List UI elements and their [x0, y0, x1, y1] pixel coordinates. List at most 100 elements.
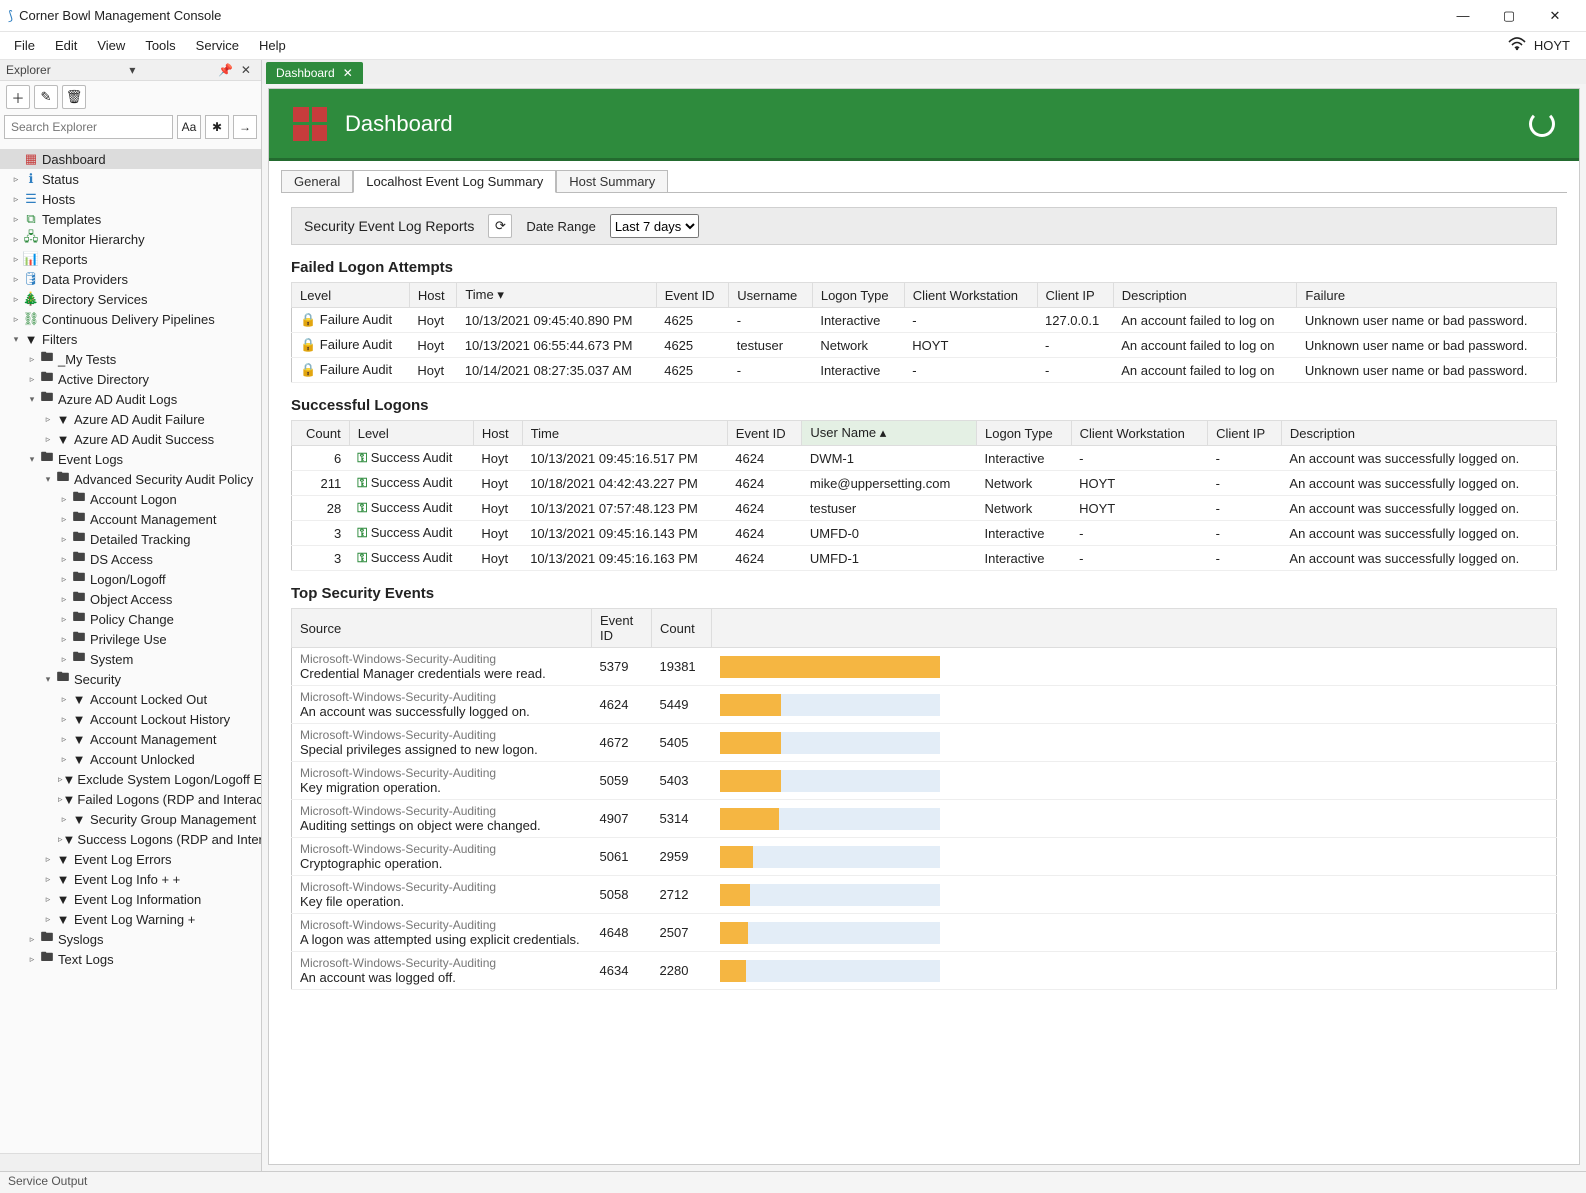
- explorer-dropdown-icon[interactable]: ▾: [125, 63, 139, 77]
- menu-file[interactable]: File: [4, 34, 45, 57]
- table-row[interactable]: Microsoft-Windows-Security-AuditingAudit…: [292, 800, 1557, 838]
- menu-help[interactable]: Help: [249, 34, 296, 57]
- col-count[interactable]: Count: [652, 609, 712, 648]
- explorer-close-icon[interactable]: ✕: [237, 63, 255, 77]
- tree-azure-ad-failure[interactable]: ▹▼Azure AD Audit Failure: [0, 409, 261, 429]
- col-failure[interactable]: Failure: [1297, 283, 1557, 308]
- tree-dashboard[interactable]: ▦Dashboard: [0, 149, 261, 169]
- tree-adv-sec-audit[interactable]: ▾🖿Advanced Security Audit Policy: [0, 469, 261, 489]
- tab-dashboard[interactable]: Dashboard ✕: [266, 62, 363, 84]
- tree-azure-ad[interactable]: ▾🖿Azure AD Audit Logs: [0, 389, 261, 409]
- tree-status[interactable]: ▹ℹStatus: [0, 169, 261, 189]
- tree-event-log-errors[interactable]: ▹▼Event Log Errors: [0, 849, 261, 869]
- refresh-button[interactable]: ⟳: [488, 214, 512, 238]
- window-maximize-icon[interactable]: ▢: [1486, 1, 1532, 31]
- tree-event-log-warning[interactable]: ▹▼Event Log Warning +: [0, 909, 261, 929]
- explorer-add-button[interactable]: ＋: [6, 85, 30, 109]
- col-eventid[interactable]: Event ID: [592, 609, 652, 648]
- tree-azure-ad-success[interactable]: ▹▼Azure AD Audit Success: [0, 429, 261, 449]
- tree-event-log-information[interactable]: ▹▼Event Log Information: [0, 889, 261, 909]
- tree-success-logons[interactable]: ▹▼Success Logons (RDP and Interactiv: [0, 829, 261, 849]
- menu-edit[interactable]: Edit: [45, 34, 87, 57]
- col-username[interactable]: User Name ▴: [802, 421, 977, 446]
- explorer-regex-button[interactable]: ✱: [205, 115, 229, 139]
- tree-logon-logoff[interactable]: ▹🖿Logon/Logoff: [0, 569, 261, 589]
- explorer-scrollbar[interactable]: [0, 1153, 261, 1171]
- explorer-edit-button[interactable]: ✎: [34, 85, 58, 109]
- col-clientip[interactable]: Client IP: [1208, 421, 1282, 446]
- col-source[interactable]: Source: [292, 609, 592, 648]
- table-row[interactable]: Microsoft-Windows-Security-AuditingA log…: [292, 914, 1557, 952]
- tree-account-mgmt[interactable]: ▹🖿Account Management: [0, 509, 261, 529]
- table-row[interactable]: 6⚿ Success AuditHoyt10/13/2021 09:45:16.…: [292, 446, 1557, 471]
- tree-syslogs[interactable]: ▹🖿Syslogs: [0, 929, 261, 949]
- tree-hosts[interactable]: ▹☰Hosts: [0, 189, 261, 209]
- col-clientws[interactable]: Client Workstation: [1071, 421, 1207, 446]
- subtab-general[interactable]: General: [281, 170, 353, 193]
- menu-service[interactable]: Service: [186, 34, 249, 57]
- tree-privilege-use[interactable]: ▹🖿Privilege Use: [0, 629, 261, 649]
- tree-system[interactable]: ▹🖿System: [0, 649, 261, 669]
- tab-close-icon[interactable]: ✕: [343, 66, 353, 80]
- col-host[interactable]: Host: [473, 421, 522, 446]
- tree-object-access[interactable]: ▹🖿Object Access: [0, 589, 261, 609]
- date-range-select[interactable]: Last 7 days: [610, 214, 699, 238]
- col-time[interactable]: Time: [522, 421, 727, 446]
- explorer-go-button[interactable]: →: [233, 115, 257, 139]
- table-row[interactable]: Microsoft-Windows-Security-AuditingKey f…: [292, 876, 1557, 914]
- col-eventid[interactable]: Event ID: [656, 283, 729, 308]
- col-description[interactable]: Description: [1113, 283, 1297, 308]
- window-close-icon[interactable]: ✕: [1532, 1, 1578, 31]
- table-row[interactable]: 3⚿ Success AuditHoyt10/13/2021 09:45:16.…: [292, 521, 1557, 546]
- tree-templates[interactable]: ▹⧉Templates: [0, 209, 261, 229]
- tree-event-logs[interactable]: ▾🖿Event Logs: [0, 449, 261, 469]
- explorer-pin-icon[interactable]: 📌: [214, 63, 237, 77]
- tree-excl-sys-logon[interactable]: ▹▼Exclude System Logon/Logoff Event: [0, 769, 261, 789]
- table-row[interactable]: Microsoft-Windows-Security-AuditingCrypt…: [292, 838, 1557, 876]
- tree-reports[interactable]: ▹📊Reports: [0, 249, 261, 269]
- tree-acc-lockout-hist[interactable]: ▹▼Account Lockout History: [0, 709, 261, 729]
- subtab-localhost[interactable]: Localhost Event Log Summary: [353, 170, 556, 193]
- tree-my-tests[interactable]: ▹🖿_My Tests: [0, 349, 261, 369]
- tree-acc-mgmt2[interactable]: ▹▼Account Management: [0, 729, 261, 749]
- tree-active-directory[interactable]: ▹🖿Active Directory: [0, 369, 261, 389]
- table-row[interactable]: 28⚿ Success AuditHoyt10/13/2021 07:57:48…: [292, 496, 1557, 521]
- tree-security[interactable]: ▾🖿Security: [0, 669, 261, 689]
- tree-acc-unlocked[interactable]: ▹▼Account Unlocked: [0, 749, 261, 769]
- explorer-case-button[interactable]: Aa: [177, 115, 201, 139]
- menu-view[interactable]: View: [87, 34, 135, 57]
- tree-event-log-info-plus[interactable]: ▹▼Event Log Info + +: [0, 869, 261, 889]
- tree-policy-change[interactable]: ▹🖿Policy Change: [0, 609, 261, 629]
- col-description[interactable]: Description: [1281, 421, 1556, 446]
- col-logontype[interactable]: Logon Type: [812, 283, 904, 308]
- table-row[interactable]: Microsoft-Windows-Security-AuditingAn ac…: [292, 686, 1557, 724]
- subtab-host-summary[interactable]: Host Summary: [556, 170, 668, 193]
- table-row[interactable]: Microsoft-Windows-Security-AuditingSpeci…: [292, 724, 1557, 762]
- table-row[interactable]: 🔒 Failure AuditHoyt10/14/2021 08:27:35.0…: [292, 358, 1557, 383]
- tree-directory-services[interactable]: ▹🎄Directory Services: [0, 289, 261, 309]
- table-row[interactable]: Microsoft-Windows-Security-AuditingCrede…: [292, 648, 1557, 686]
- table-row[interactable]: Microsoft-Windows-Security-AuditingKey m…: [292, 762, 1557, 800]
- tree-detailed-tracking[interactable]: ▹🖿Detailed Tracking: [0, 529, 261, 549]
- col-clientws[interactable]: Client Workstation: [904, 283, 1037, 308]
- table-row[interactable]: 211⚿ Success AuditHoyt10/18/2021 04:42:4…: [292, 471, 1557, 496]
- tree-filters[interactable]: ▾▼Filters: [0, 329, 261, 349]
- tree-monitor-hierarchy[interactable]: ▹🖧Monitor Hierarchy: [0, 229, 261, 249]
- tree-text-logs[interactable]: ▹🖿Text Logs: [0, 949, 261, 969]
- col-count[interactable]: Count: [292, 421, 350, 446]
- tree-sec-group-mgmt[interactable]: ▹▼Security Group Management: [0, 809, 261, 829]
- col-logontype[interactable]: Logon Type: [977, 421, 1072, 446]
- explorer-search-input[interactable]: [4, 115, 173, 139]
- menu-tools[interactable]: Tools: [135, 34, 185, 57]
- col-level[interactable]: Level: [349, 421, 473, 446]
- col-clientip[interactable]: Client IP: [1037, 283, 1113, 308]
- table-row[interactable]: 3⚿ Success AuditHoyt10/13/2021 09:45:16.…: [292, 546, 1557, 571]
- user-label[interactable]: HOYT: [1534, 38, 1570, 53]
- table-row[interactable]: Microsoft-Windows-Security-AuditingAn ac…: [292, 952, 1557, 990]
- tree-failed-logons[interactable]: ▹▼Failed Logons (RDP and Interactive): [0, 789, 261, 809]
- col-username[interactable]: Username: [729, 283, 813, 308]
- col-host[interactable]: Host: [409, 283, 456, 308]
- tree-account-logon[interactable]: ▹🖿Account Logon: [0, 489, 261, 509]
- tree-cdp[interactable]: ▹⛓Continuous Delivery Pipelines: [0, 309, 261, 329]
- table-row[interactable]: 🔒 Failure AuditHoyt10/13/2021 09:45:40.8…: [292, 308, 1557, 333]
